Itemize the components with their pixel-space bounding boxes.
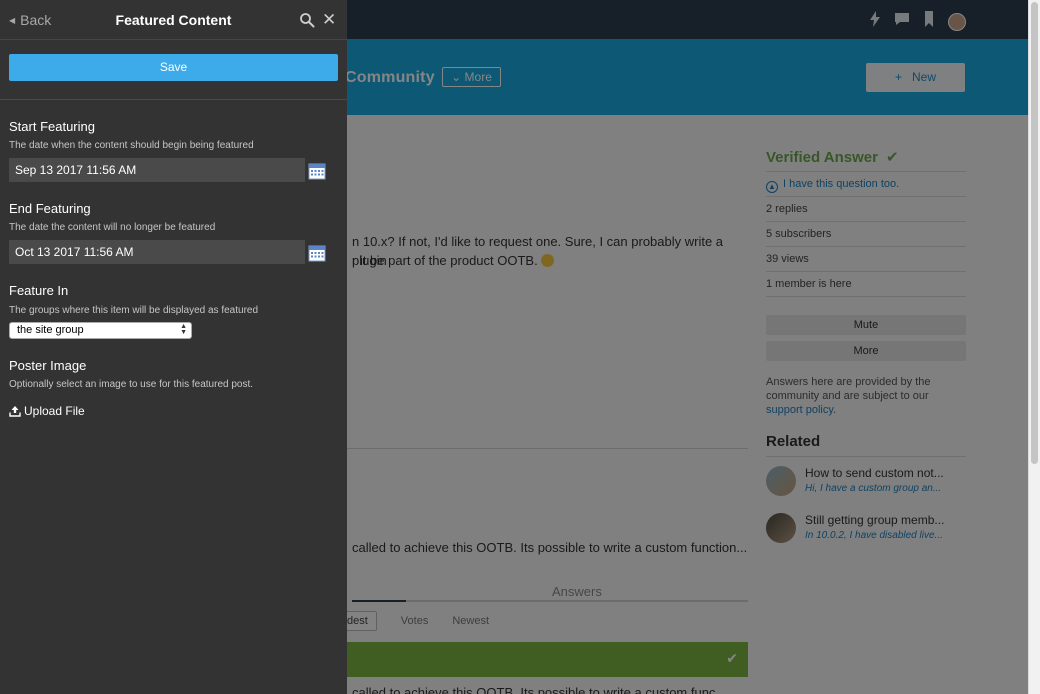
end-featuring-description: The date the content will no longer be f… xyxy=(9,222,216,233)
end-featuring-label: End Featuring xyxy=(9,201,91,216)
end-date-input[interactable] xyxy=(9,240,305,264)
select-arrows-icon: ▲ ▼ xyxy=(180,323,187,336)
feature-in-description: The groups where this item will be displ… xyxy=(9,305,259,316)
feature-in-selected-value: the site group xyxy=(17,324,84,336)
page-scrollbar[interactable] xyxy=(1028,0,1040,694)
panel-header: ◀ Back Featured Content ✕ xyxy=(0,0,347,40)
calendar-icon[interactable] xyxy=(307,161,327,181)
poster-image-label: Poster Image xyxy=(9,358,87,373)
save-button[interactable]: Save xyxy=(9,54,338,81)
panel-title: Featured Content xyxy=(115,12,232,28)
scrollbar-thumb[interactable] xyxy=(1031,2,1038,464)
upload-file-label: Upload File xyxy=(24,404,85,418)
featured-content-panel: ◀ Back Featured Content ✕ Save Start Fea… xyxy=(0,0,347,694)
upload-file-button[interactable]: Upload File xyxy=(9,404,85,418)
upload-icon xyxy=(9,406,21,417)
feature-in-label: Feature In xyxy=(9,283,69,298)
search-icon[interactable] xyxy=(299,12,315,28)
start-date-input[interactable] xyxy=(9,158,305,182)
start-featuring-label: Start Featuring xyxy=(9,119,95,134)
poster-image-description: Optionally select an image to use for th… xyxy=(9,379,254,390)
start-featuring-description: The date when the content should begin b… xyxy=(9,140,254,151)
calendar-icon[interactable] xyxy=(307,243,327,263)
feature-in-select[interactable]: the site group ▲ ▼ xyxy=(9,322,192,339)
panel-divider xyxy=(0,99,347,100)
close-icon[interactable]: ✕ xyxy=(322,11,336,28)
